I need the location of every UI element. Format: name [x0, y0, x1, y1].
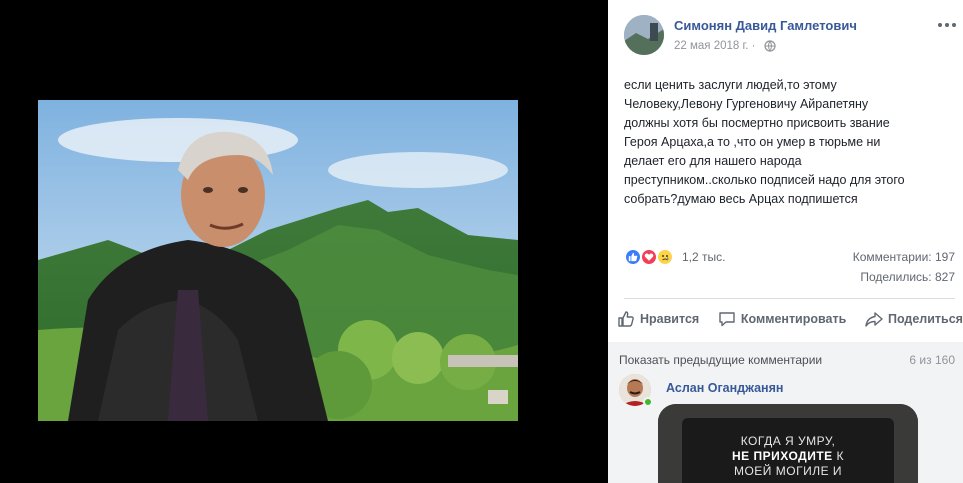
globe-icon	[764, 40, 776, 52]
comment-image-line2: НЕ ПРИХОДИТЕ К	[682, 449, 894, 463]
show-previous-comments-link[interactable]: Показать предыдущие комментарии	[619, 353, 822, 367]
post-actions: Нравится Комментировать Поделиться	[616, 307, 963, 331]
divider	[624, 298, 955, 299]
post-text: если ценить заслуги людей,то этому Челов…	[624, 78, 905, 206]
comments-count[interactable]: Комментарии: 197	[853, 250, 955, 264]
comment-image[interactable]: КОГДА Я УМРУ, НЕ ПРИХОДИТЕ К МОЕЙ МОГИЛЕ…	[658, 404, 918, 483]
comment-icon	[719, 312, 735, 327]
comment-image-line2-rest: К	[832, 449, 844, 463]
comment-button-label: Комментировать	[740, 312, 847, 326]
sad-reaction-icon	[656, 248, 674, 266]
like-reaction-icon	[624, 248, 642, 266]
post-panel: Симонян Давид Гамлетович 22 мая 2018 г. …	[608, 0, 963, 483]
more-options-icon[interactable]	[936, 17, 958, 33]
comment-image-line1: КОГДА Я УМРУ,	[740, 434, 836, 448]
post-header: Симонян Давид Гамлетович 22 мая 2018 г. …	[624, 15, 956, 57]
post-photo[interactable]	[38, 100, 518, 421]
like-button[interactable]: Нравится	[616, 307, 699, 331]
share-icon	[865, 312, 883, 327]
comments-section: Показать предыдущие комментарии 6 из 160…	[608, 342, 963, 483]
shares-count[interactable]: Поделились: 827	[624, 270, 955, 284]
comments-pager: 6 из 160	[909, 353, 955, 367]
author-name[interactable]: Симонян Давид Гамлетович	[674, 18, 857, 33]
comment-button[interactable]: Комментировать	[717, 307, 846, 331]
love-reaction-icon	[640, 248, 658, 266]
online-status-dot	[643, 397, 653, 407]
thumbs-up-icon	[618, 311, 634, 327]
post-date[interactable]: 22 мая 2018 г. ·	[674, 40, 756, 52]
share-button[interactable]: Поделиться	[864, 307, 963, 331]
commenter-name[interactable]: Аслан Оганджанян	[666, 381, 783, 395]
comment-image-line2-bold: НЕ ПРИХОДИТЕ	[732, 449, 833, 463]
photo-viewer	[0, 0, 608, 483]
reaction-icons[interactable]	[624, 248, 678, 266]
reactions-row: 1,2 тыс. Комментарии: 197	[624, 246, 955, 266]
comment-image-line3: МОЕЙ МОГИЛЕ И	[733, 464, 843, 478]
like-button-label: Нравится	[640, 312, 700, 326]
share-button-label: Поделиться	[887, 312, 963, 326]
reaction-count[interactable]: 1,2 тыс.	[682, 250, 725, 264]
author-avatar[interactable]	[624, 15, 664, 55]
